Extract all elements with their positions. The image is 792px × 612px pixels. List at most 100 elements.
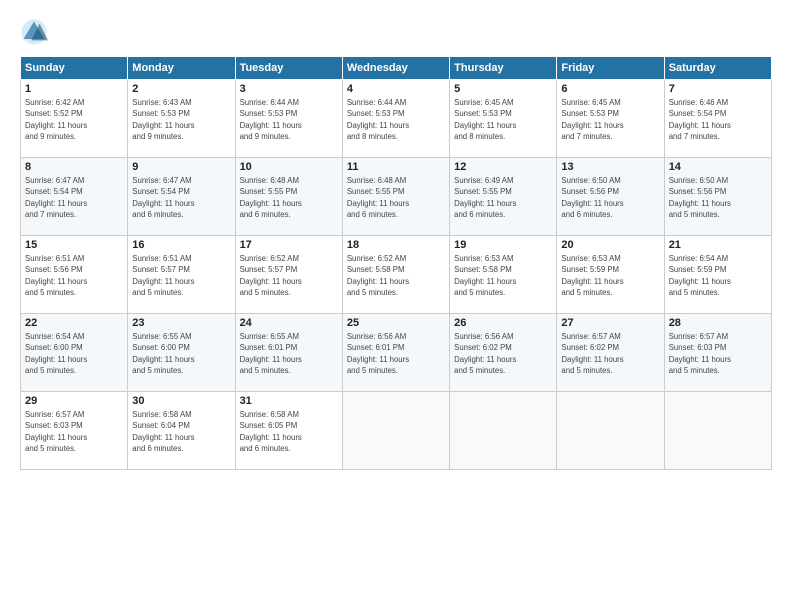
header	[20, 18, 772, 46]
logo-icon	[20, 18, 48, 46]
day-info: Sunrise: 6:55 AM Sunset: 6:01 PM Dayligh…	[240, 331, 338, 376]
calendar-cell: 20 Sunrise: 6:53 AM Sunset: 5:59 PM Dayli…	[557, 236, 664, 314]
day-number: 17	[240, 239, 338, 251]
day-info: Sunrise: 6:56 AM Sunset: 6:01 PM Dayligh…	[347, 331, 445, 376]
day-number: 23	[132, 317, 230, 329]
calendar-header-saturday: Saturday	[664, 57, 771, 80]
calendar-cell: 21 Sunrise: 6:54 AM Sunset: 5:59 PM Dayli…	[664, 236, 771, 314]
day-info: Sunrise: 6:51 AM Sunset: 5:56 PM Dayligh…	[25, 253, 123, 298]
calendar-header-friday: Friday	[557, 57, 664, 80]
day-number: 24	[240, 317, 338, 329]
calendar-cell: 25 Sunrise: 6:56 AM Sunset: 6:01 PM Dayli…	[342, 314, 449, 392]
calendar-cell	[664, 392, 771, 470]
calendar-cell: 12 Sunrise: 6:49 AM Sunset: 5:55 PM Dayli…	[450, 158, 557, 236]
calendar-cell: 22 Sunrise: 6:54 AM Sunset: 6:00 PM Dayli…	[21, 314, 128, 392]
calendar-cell: 4 Sunrise: 6:44 AM Sunset: 5:53 PM Daylig…	[342, 80, 449, 158]
day-number: 22	[25, 317, 123, 329]
day-info: Sunrise: 6:58 AM Sunset: 6:04 PM Dayligh…	[132, 409, 230, 454]
day-info: Sunrise: 6:45 AM Sunset: 5:53 PM Dayligh…	[454, 97, 552, 142]
calendar-table: SundayMondayTuesdayWednesdayThursdayFrid…	[20, 56, 772, 470]
day-number: 1	[25, 83, 123, 95]
calendar-header-wednesday: Wednesday	[342, 57, 449, 80]
calendar-header-row: SundayMondayTuesdayWednesdayThursdayFrid…	[21, 57, 772, 80]
day-info: Sunrise: 6:47 AM Sunset: 5:54 PM Dayligh…	[132, 175, 230, 220]
day-info: Sunrise: 6:52 AM Sunset: 5:57 PM Dayligh…	[240, 253, 338, 298]
day-number: 3	[240, 83, 338, 95]
calendar-cell: 8Sunrise: 6:47 AM Sunset: 5:54 PM Daylig…	[21, 158, 128, 236]
day-number: 25	[347, 317, 445, 329]
day-info: Sunrise: 6:50 AM Sunset: 5:56 PM Dayligh…	[561, 175, 659, 220]
calendar-week-4: 22 Sunrise: 6:54 AM Sunset: 6:00 PM Dayli…	[21, 314, 772, 392]
day-info: Sunrise: 6:43 AM Sunset: 5:53 PM Dayligh…	[132, 97, 230, 142]
calendar-cell	[557, 392, 664, 470]
calendar-cell: 6Sunrise: 6:45 AM Sunset: 5:53 PM Daylig…	[557, 80, 664, 158]
day-info: Sunrise: 6:54 AM Sunset: 5:59 PM Dayligh…	[669, 253, 767, 298]
calendar-cell: 29 Sunrise: 6:57 AM Sunset: 6:03 PM Dayli…	[21, 392, 128, 470]
day-number: 19	[454, 239, 552, 251]
calendar-cell: 27 Sunrise: 6:57 AM Sunset: 6:02 PM Dayli…	[557, 314, 664, 392]
day-info: Sunrise: 6:47 AM Sunset: 5:54 PM Dayligh…	[25, 175, 123, 220]
calendar-cell: 7Sunrise: 6:46 AM Sunset: 5:54 PM Daylig…	[664, 80, 771, 158]
calendar-cell: 26Sunrise: 6:56 AM Sunset: 6:02 PM Dayli…	[450, 314, 557, 392]
calendar-cell: 17 Sunrise: 6:52 AM Sunset: 5:57 PM Dayli…	[235, 236, 342, 314]
calendar-week-2: 8Sunrise: 6:47 AM Sunset: 5:54 PM Daylig…	[21, 158, 772, 236]
calendar-header-tuesday: Tuesday	[235, 57, 342, 80]
day-info: Sunrise: 6:53 AM Sunset: 5:59 PM Dayligh…	[561, 253, 659, 298]
day-info: Sunrise: 6:57 AM Sunset: 6:03 PM Dayligh…	[25, 409, 123, 454]
day-number: 29	[25, 395, 123, 407]
calendar-week-3: 15 Sunrise: 6:51 AM Sunset: 5:56 PM Dayli…	[21, 236, 772, 314]
day-info: Sunrise: 6:44 AM Sunset: 5:53 PM Dayligh…	[347, 97, 445, 142]
day-info: Sunrise: 6:52 AM Sunset: 5:58 PM Dayligh…	[347, 253, 445, 298]
calendar-week-1: 1 Sunrise: 6:42 AM Sunset: 5:52 PM Daylig…	[21, 80, 772, 158]
day-info: Sunrise: 6:42 AM Sunset: 5:52 PM Dayligh…	[25, 97, 123, 142]
day-info: Sunrise: 6:49 AM Sunset: 5:55 PM Dayligh…	[454, 175, 552, 220]
calendar-cell: 10Sunrise: 6:48 AM Sunset: 5:55 PM Dayli…	[235, 158, 342, 236]
calendar-cell: 5 Sunrise: 6:45 AM Sunset: 5:53 PM Daylig…	[450, 80, 557, 158]
day-number: 26	[454, 317, 552, 329]
calendar-week-5: 29 Sunrise: 6:57 AM Sunset: 6:03 PM Dayli…	[21, 392, 772, 470]
calendar-header-monday: Monday	[128, 57, 235, 80]
logo	[20, 18, 52, 46]
day-number: 12	[454, 161, 552, 173]
day-number: 10	[240, 161, 338, 173]
day-number: 11	[347, 161, 445, 173]
calendar-header-thursday: Thursday	[450, 57, 557, 80]
day-number: 13	[561, 161, 659, 173]
day-number: 16	[132, 239, 230, 251]
day-number: 30	[132, 395, 230, 407]
day-info: Sunrise: 6:50 AM Sunset: 5:56 PM Dayligh…	[669, 175, 767, 220]
day-number: 7	[669, 83, 767, 95]
calendar-cell: 28Sunrise: 6:57 AM Sunset: 6:03 PM Dayli…	[664, 314, 771, 392]
calendar-cell: 1 Sunrise: 6:42 AM Sunset: 5:52 PM Daylig…	[21, 80, 128, 158]
calendar-cell: 23Sunrise: 6:55 AM Sunset: 6:00 PM Dayli…	[128, 314, 235, 392]
day-number: 20	[561, 239, 659, 251]
day-info: Sunrise: 6:48 AM Sunset: 5:55 PM Dayligh…	[347, 175, 445, 220]
page: SundayMondayTuesdayWednesdayThursdayFrid…	[0, 0, 792, 612]
calendar-cell: 11 Sunrise: 6:48 AM Sunset: 5:55 PM Dayli…	[342, 158, 449, 236]
calendar-cell: 13 Sunrise: 6:50 AM Sunset: 5:56 PM Dayli…	[557, 158, 664, 236]
day-info: Sunrise: 6:51 AM Sunset: 5:57 PM Dayligh…	[132, 253, 230, 298]
calendar-cell: 19Sunrise: 6:53 AM Sunset: 5:58 PM Dayli…	[450, 236, 557, 314]
calendar-header-sunday: Sunday	[21, 57, 128, 80]
day-info: Sunrise: 6:57 AM Sunset: 6:02 PM Dayligh…	[561, 331, 659, 376]
calendar-cell: 18Sunrise: 6:52 AM Sunset: 5:58 PM Dayli…	[342, 236, 449, 314]
day-info: Sunrise: 6:54 AM Sunset: 6:00 PM Dayligh…	[25, 331, 123, 376]
day-number: 5	[454, 83, 552, 95]
day-number: 4	[347, 83, 445, 95]
calendar-cell: 2Sunrise: 6:43 AM Sunset: 5:53 PM Daylig…	[128, 80, 235, 158]
day-number: 15	[25, 239, 123, 251]
calendar-cell: 31Sunrise: 6:58 AM Sunset: 6:05 PM Dayli…	[235, 392, 342, 470]
calendar-cell: 24 Sunrise: 6:55 AM Sunset: 6:01 PM Dayli…	[235, 314, 342, 392]
day-info: Sunrise: 6:57 AM Sunset: 6:03 PM Dayligh…	[669, 331, 767, 376]
calendar-cell	[342, 392, 449, 470]
day-info: Sunrise: 6:45 AM Sunset: 5:53 PM Dayligh…	[561, 97, 659, 142]
calendar-cell: 15 Sunrise: 6:51 AM Sunset: 5:56 PM Dayli…	[21, 236, 128, 314]
day-number: 14	[669, 161, 767, 173]
calendar-cell: 16 Sunrise: 6:51 AM Sunset: 5:57 PM Dayli…	[128, 236, 235, 314]
calendar-cell: 30 Sunrise: 6:58 AM Sunset: 6:04 PM Dayli…	[128, 392, 235, 470]
calendar-cell: 3Sunrise: 6:44 AM Sunset: 5:53 PM Daylig…	[235, 80, 342, 158]
calendar-cell: 14 Sunrise: 6:50 AM Sunset: 5:56 PM Dayli…	[664, 158, 771, 236]
day-number: 21	[669, 239, 767, 251]
day-info: Sunrise: 6:58 AM Sunset: 6:05 PM Dayligh…	[240, 409, 338, 454]
day-number: 27	[561, 317, 659, 329]
